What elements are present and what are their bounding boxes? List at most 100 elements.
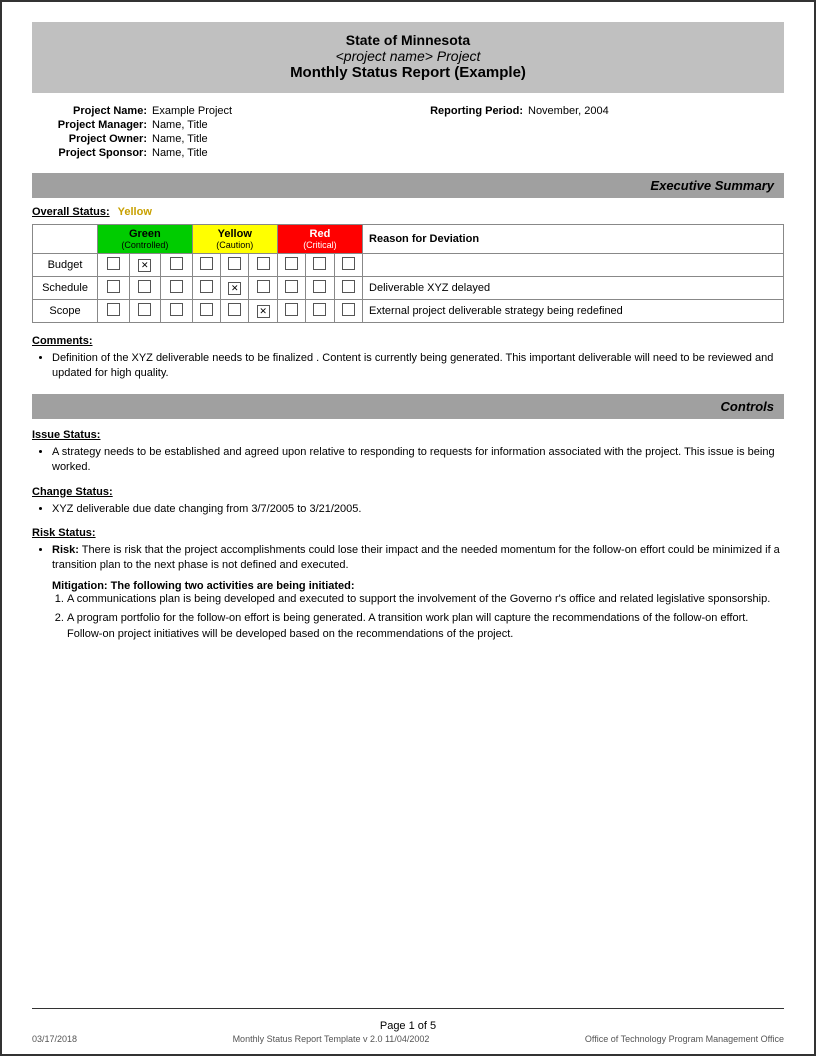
project-info-right: Reporting Period: November, 2004 bbox=[408, 105, 784, 161]
mitigation-list: A communications plan is being developed… bbox=[67, 592, 784, 642]
red-cb-2-0 bbox=[277, 300, 305, 323]
red-cb-0-1 bbox=[306, 254, 334, 277]
yellow-cb-2-0 bbox=[192, 300, 220, 323]
issue-list: A strategy needs to be established and a… bbox=[52, 445, 784, 476]
red-cb-1-1 bbox=[306, 277, 334, 300]
reporting-period-row: Reporting Period: November, 2004 bbox=[408, 105, 784, 117]
table-empty-header bbox=[33, 225, 98, 254]
comments-item: Definition of the XYZ deliverable needs … bbox=[52, 351, 784, 382]
yellow-cb-2-1 bbox=[221, 300, 249, 323]
yellow-header: Yellow (Caution) bbox=[192, 225, 277, 254]
yellow-cb-1-2 bbox=[249, 277, 277, 300]
project-manager-row: Project Manager: Name, Title bbox=[32, 119, 408, 131]
green-cb-1-0 bbox=[98, 277, 130, 300]
table-row-label: Schedule bbox=[33, 277, 98, 300]
table-row-reason bbox=[363, 254, 784, 277]
change-list: XYZ deliverable due date changing from 3… bbox=[52, 502, 784, 517]
project-name-row: Project Name: Example Project bbox=[32, 105, 408, 117]
red-header: Red (Critical) bbox=[277, 225, 362, 254]
page: State of Minnesota <project name> Projec… bbox=[0, 0, 816, 1056]
change-status-label: Change Status: bbox=[32, 486, 784, 498]
project-info: Project Name: Example Project Project Ma… bbox=[32, 105, 784, 161]
green-cb-2-0 bbox=[98, 300, 130, 323]
mitigation-item-1: A program portfolio for the follow-on ef… bbox=[67, 611, 784, 642]
green-cb-0-1 bbox=[129, 254, 161, 277]
yellow-cb-0-0 bbox=[192, 254, 220, 277]
footer-divider bbox=[32, 1008, 784, 1009]
reporting-period-value: November, 2004 bbox=[528, 105, 609, 117]
risk-item: Risk: There is risk that the project acc… bbox=[52, 543, 784, 574]
green-cb-1-2 bbox=[161, 277, 193, 300]
green-cb-0-0 bbox=[98, 254, 130, 277]
project-sponsor-label: Project Sponsor: bbox=[32, 147, 147, 159]
green-cb-0-2 bbox=[161, 254, 193, 277]
yellow-cb-1-1 bbox=[221, 277, 249, 300]
reporting-period-label: Reporting Period: bbox=[408, 105, 523, 117]
comments-label: Comments: bbox=[32, 335, 784, 347]
project-owner-value: Name, Title bbox=[152, 133, 208, 145]
overall-status-label: Overall Status: bbox=[32, 206, 110, 218]
table-row-reason: External project deliverable strategy be… bbox=[363, 300, 784, 323]
project-name-value: Example Project bbox=[152, 105, 232, 117]
yellow-cb-2-2 bbox=[249, 300, 277, 323]
footer-page-text: Page 1 of 5 bbox=[380, 1020, 436, 1032]
risk-bold-label: Risk: bbox=[52, 544, 79, 556]
project-sponsor-value: Name, Title bbox=[152, 147, 208, 159]
controls-title: Controls bbox=[721, 399, 774, 414]
yellow-sub: (Caution) bbox=[199, 240, 271, 250]
executive-summary-header: Executive Summary bbox=[32, 173, 784, 198]
table-row-reason: Deliverable XYZ delayed bbox=[363, 277, 784, 300]
controls-section: Issue Status: A strategy needs to be est… bbox=[32, 429, 784, 642]
comments-list: Definition of the XYZ deliverable needs … bbox=[52, 351, 784, 382]
footer-date: 03/17/2018 bbox=[32, 1034, 77, 1044]
red-cb-0-0 bbox=[277, 254, 305, 277]
yellow-cb-1-0 bbox=[192, 277, 220, 300]
header-line3: Monthly Status Report (Example) bbox=[32, 64, 784, 81]
project-info-left: Project Name: Example Project Project Ma… bbox=[32, 105, 408, 161]
footer-template: Monthly Status Report Template v 2.0 11/… bbox=[233, 1034, 430, 1044]
red-cb-0-2 bbox=[334, 254, 362, 277]
footer-bottom: 03/17/2018 Monthly Status Report Templat… bbox=[32, 1034, 784, 1044]
project-owner-row: Project Owner: Name, Title bbox=[32, 133, 408, 145]
footer: Page 1 of 5 03/17/2018 Monthly Status Re… bbox=[32, 1020, 784, 1044]
red-cb-1-2 bbox=[334, 277, 362, 300]
overall-status-row: Overall Status: Yellow bbox=[32, 206, 784, 218]
comments-section: Comments: Definition of the XYZ delivera… bbox=[32, 335, 784, 382]
change-item: XYZ deliverable due date changing from 3… bbox=[52, 502, 784, 517]
green-cb-2-2 bbox=[161, 300, 193, 323]
risk-text: There is risk that the project accomplis… bbox=[52, 544, 780, 571]
header-line1: State of Minnesota bbox=[32, 32, 784, 48]
mitigation-item-0: A communications plan is being developed… bbox=[67, 592, 784, 607]
issue-status-label: Issue Status: bbox=[32, 429, 784, 441]
project-manager-value: Name, Title bbox=[152, 119, 208, 131]
executive-summary-title: Executive Summary bbox=[650, 178, 774, 193]
mitigation-label: Mitigation: The following two activities… bbox=[52, 580, 784, 592]
table-row-label: Scope bbox=[33, 300, 98, 323]
table-row-label: Budget bbox=[33, 254, 98, 277]
green-label: Green bbox=[104, 228, 186, 240]
red-cb-2-1 bbox=[306, 300, 334, 323]
green-sub: (Controlled) bbox=[104, 240, 186, 250]
header-line2: <project name> Project bbox=[32, 48, 784, 64]
green-cb-2-1 bbox=[129, 300, 161, 323]
project-manager-label: Project Manager: bbox=[32, 119, 147, 131]
controls-header: Controls bbox=[32, 394, 784, 419]
yellow-cb-0-2 bbox=[249, 254, 277, 277]
yellow-cb-0-1 bbox=[221, 254, 249, 277]
status-table: Green (Controlled) Yellow (Caution) Red … bbox=[32, 224, 784, 323]
project-name-label: Project Name: bbox=[32, 105, 147, 117]
red-sub: (Critical) bbox=[284, 240, 356, 250]
project-owner-label: Project Owner: bbox=[32, 133, 147, 145]
header-box: State of Minnesota <project name> Projec… bbox=[32, 22, 784, 93]
red-cb-2-2 bbox=[334, 300, 362, 323]
red-cb-1-0 bbox=[277, 277, 305, 300]
mitigation-intro: The following two activities are being i… bbox=[111, 580, 355, 592]
green-header: Green (Controlled) bbox=[98, 225, 193, 254]
risk-list: Risk: There is risk that the project acc… bbox=[52, 543, 784, 574]
reason-header: Reason for Deviation bbox=[363, 225, 784, 254]
footer-page: Page 1 of 5 bbox=[32, 1020, 784, 1032]
risk-status-label: Risk Status: bbox=[32, 527, 784, 539]
overall-status-value: Yellow bbox=[118, 206, 152, 218]
green-cb-1-1 bbox=[129, 277, 161, 300]
yellow-label: Yellow bbox=[199, 228, 271, 240]
